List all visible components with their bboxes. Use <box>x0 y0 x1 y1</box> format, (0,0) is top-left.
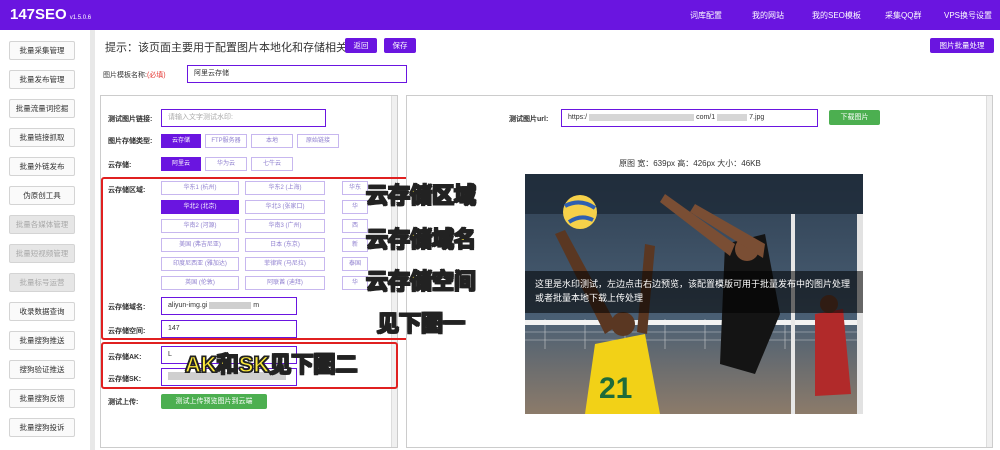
sidebar-item[interactable]: 批量采集管理 <box>9 41 75 60</box>
test-link-label-text: 测试图片链接: <box>108 116 153 123</box>
sidebar-item[interactable]: 收录数据查询 <box>9 302 75 321</box>
topnav-item[interactable]: 词库配置 <box>690 10 722 21</box>
sidebar-item[interactable]: 搜狗验证推送 <box>9 360 75 379</box>
annotation-aksk: AK和SK见下图二 <box>184 351 358 377</box>
batch-process-button[interactable]: 图片批量处理 <box>930 38 994 53</box>
sidebar-item[interactable]: 批量链接抓取 <box>9 128 75 147</box>
page-hint: 提示：该页面主要用于配置图片本地化和存储相关 <box>105 42 347 54</box>
required-mark: (必填) <box>146 72 166 79</box>
brand[interactable]: 147SEO v1.5.0.6 <box>10 6 91 23</box>
cloud-aliyun[interactable]: 阿里云 <box>161 157 201 171</box>
image-info: 原图 宽：639px 高：426px 大小：46KB <box>619 159 761 168</box>
template-name-input[interactable]: 阿里云存储 <box>187 65 407 83</box>
upload-label-text: 测试上传: <box>108 399 139 406</box>
annotation-domain: 云存储域名 <box>365 226 477 252</box>
sidebar-item: 批量各媒体管理 <box>9 215 75 234</box>
test-url-label-text: 测试图片url: <box>509 116 549 123</box>
cloud-label-text: 云存储: <box>108 162 132 169</box>
sidebar-item[interactable]: 伪原创工具 <box>9 186 75 205</box>
redaction-blur <box>589 113 695 121</box>
brand-version: v1.5.0.6 <box>69 15 92 21</box>
annotation-region: 云存储区域 <box>365 182 477 208</box>
test-url-input[interactable]: https:/ com/1 7.jpg <box>561 109 818 127</box>
template-label-text: 图片模板名称: <box>103 72 147 79</box>
preview-panel-scrollbar[interactable] <box>986 96 992 447</box>
storage-type-local[interactable]: 本地 <box>251 134 293 148</box>
topnav-item[interactable]: VPS换号设置 <box>944 10 992 21</box>
annotation-space: 云存储空间 <box>365 268 477 294</box>
top-bar: 147SEO v1.5.0.6 词库配置 我的网站 我的SEO模板 采集QQ群 V… <box>0 0 1000 30</box>
save-button[interactable]: 保存 <box>384 38 416 53</box>
url-prefix: https:/ <box>568 114 588 121</box>
sidebar-item[interactable]: 批量搜狗反馈 <box>9 389 75 408</box>
download-image-button[interactable]: 下载图片 <box>829 110 880 125</box>
sidebar-item: 批量短视频管理 <box>9 244 75 263</box>
storage-type-cloud[interactable]: 云存储 <box>161 134 201 148</box>
test-upload-button[interactable]: 测试上传预览图片到云端 <box>161 394 267 409</box>
back-button[interactable]: 返回 <box>345 38 377 53</box>
storage-type-label: 图片存储类型: <box>108 136 152 146</box>
brand-name: 147SEO <box>10 6 67 23</box>
template-name-label: 图片模板名称:(必填) <box>103 70 166 80</box>
storage-type-ftp[interactable]: FTP服务器 <box>205 134 247 148</box>
watermark-text: 这里是水印测试，左边点击右边预览，该配置模版可用于批量发布中的图片处理或者批量本… <box>525 271 863 313</box>
upload-label: 测试上传: <box>108 397 138 407</box>
sidebar: 批量采集管理 批量发布管理 批量流量词挖掘 批量链接抓取 批量外链发布 伪原创工… <box>0 30 90 450</box>
sidebar-item[interactable]: 批量外链发布 <box>9 157 75 176</box>
cloud-qiniu[interactable]: 七牛云 <box>251 157 293 171</box>
sidebar-item[interactable]: 批量搜狗推送 <box>9 331 75 350</box>
sidebar-item[interactable]: 批量搜狗投诉 <box>9 418 75 437</box>
sidebar-item: 批量标号运营 <box>9 273 75 292</box>
storage-type-label-text: 图片存储类型: <box>108 138 153 145</box>
test-url-label: 测试图片url: <box>509 114 548 124</box>
redaction-blur <box>717 113 748 121</box>
annotation-see-fig1: 见下图一 <box>376 310 466 336</box>
test-link-input[interactable]: 请输入文字测试水印: <box>161 109 326 127</box>
cloud-huawei[interactable]: 华为云 <box>205 157 247 171</box>
topnav-item[interactable]: 我的SEO模板 <box>812 10 861 21</box>
sidebar-item[interactable]: 批量流量词挖掘 <box>9 99 75 118</box>
sidebar-item[interactable]: 批量发布管理 <box>9 70 75 89</box>
topnav-item[interactable]: 采集QQ群 <box>885 10 921 21</box>
storage-type-original[interactable]: 原始链接 <box>297 134 339 148</box>
topnav-item[interactable]: 我的网站 <box>752 10 784 21</box>
url-mid: com/1 <box>696 114 716 121</box>
url-suffix: 7.jpg <box>749 114 765 121</box>
test-link-label: 测试图片链接: <box>108 114 152 124</box>
preview-image: 21 这里是水印测试，左边点击右边预览，该配置模版可用于批量发布中的图片处理或者… <box>525 174 863 414</box>
cloud-label: 云存储: <box>108 160 131 170</box>
jersey-number: 21 <box>599 372 632 405</box>
sidebar-scrollbar[interactable] <box>90 30 95 450</box>
